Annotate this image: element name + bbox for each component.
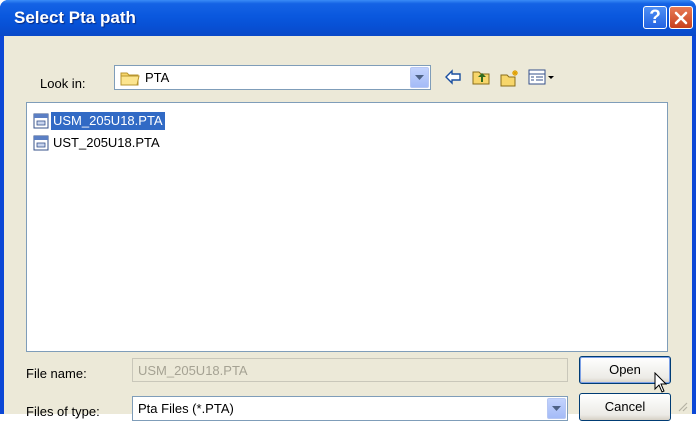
- file-name-field[interactable]: USM_205U18.PTA: [132, 358, 568, 382]
- mouse-pointer-icon: [654, 372, 668, 393]
- title-bar[interactable]: Select Pta path ?: [0, 0, 696, 36]
- chevron-down-icon: [552, 406, 561, 411]
- new-folder-button[interactable]: [498, 67, 522, 89]
- up-folder-icon: [472, 71, 490, 85]
- file-name-label: File name:: [26, 366, 87, 381]
- close-icon: [674, 11, 688, 25]
- pta-file-icon: [33, 113, 49, 129]
- pta-file-icon: [33, 135, 49, 151]
- new-folder-icon: [500, 70, 518, 87]
- chevron-down-icon: [415, 75, 424, 80]
- window-title: Select Pta path: [14, 8, 136, 27]
- file-type-label: Files of type:: [26, 404, 100, 419]
- file-type-dropdown-button[interactable]: [547, 398, 566, 419]
- back-button[interactable]: [442, 67, 466, 89]
- up-folder-button[interactable]: [470, 67, 494, 89]
- back-arrow-icon: [445, 69, 461, 85]
- file-name: UST_205U18.PTA: [53, 135, 160, 150]
- look-in-value: PTA: [145, 70, 170, 85]
- views-menu-icon: [528, 69, 554, 85]
- dialog-window: Select Pta path ? Look in: PTA USM_205U1…: [0, 0, 696, 421]
- cancel-button[interactable]: Cancel: [579, 393, 671, 421]
- look-in-dropdown-button[interactable]: [410, 67, 429, 88]
- resize-grip-icon[interactable]: [676, 400, 688, 412]
- views-menu-button[interactable]: [526, 67, 558, 89]
- close-button[interactable]: [669, 6, 693, 29]
- help-icon: ?: [649, 7, 661, 28]
- help-button[interactable]: ?: [643, 6, 667, 29]
- dialog-body: Look in: PTA USM_205U18.PTA UST_205U18.P…: [4, 36, 692, 421]
- folder-icon: [120, 72, 140, 86]
- file-name: USM_205U18.PTA: [50, 111, 166, 131]
- file-type-dropdown[interactable]: Pta Files (*.PTA): [132, 396, 568, 421]
- look-in-dropdown[interactable]: PTA: [114, 65, 431, 90]
- file-list[interactable]: USM_205U18.PTA UST_205U18.PTA: [26, 102, 668, 352]
- look-in-label: Look in:: [40, 76, 86, 91]
